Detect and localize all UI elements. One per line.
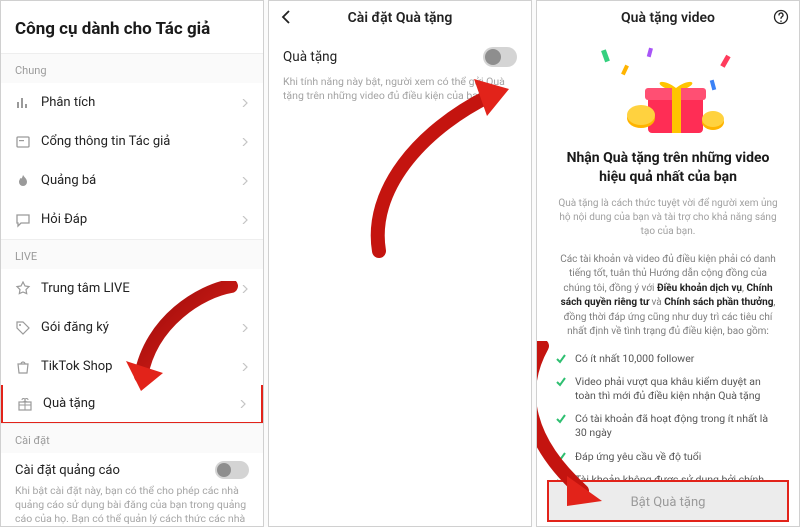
check-icon (555, 376, 567, 388)
header: Cài đặt Quà tặng (269, 1, 531, 35)
back-icon[interactable] (279, 9, 295, 25)
gift-icon (17, 396, 33, 412)
tag-icon (15, 320, 31, 336)
row-label: Gói đăng ký (41, 320, 241, 335)
link-tos[interactable]: Điều khoản dịch vụ (657, 283, 742, 294)
panel-creator-tools: Công cụ dành cho Tác giả Chung Phân tích… (0, 0, 264, 527)
gift-toggle-label: Quà tặng (283, 49, 337, 65)
section-header-general: Chung (1, 53, 263, 83)
check-icon (555, 353, 567, 365)
chevron-right-icon (241, 138, 249, 146)
check-icon (555, 451, 567, 463)
page-heading: Nhận Quà tặng trên những video hiệu quả … (537, 145, 799, 187)
check-text: Có tài khoản đã hoạt động trong ít nhất … (575, 412, 781, 440)
analytics-icon (15, 95, 31, 111)
gift-toggle[interactable] (483, 47, 517, 67)
chat-icon (15, 212, 31, 228)
gift-illustration (537, 35, 799, 145)
star-icon (15, 281, 31, 297)
row-gifts[interactable]: Quà tặng (1, 385, 263, 424)
portal-icon (15, 134, 31, 150)
section-header-live: LIVE (1, 239, 263, 269)
flame-icon (15, 173, 31, 189)
row-creator-portal[interactable]: Cổng thông tin Tác giả (1, 122, 263, 161)
panel-gift-settings: Cài đặt Quà tặng Quà tặng Khi tính năng … (268, 0, 532, 527)
header-title: Quà tặng video (621, 10, 715, 26)
ads-setting-label: Cài đặt quảng cáo (15, 463, 120, 478)
row-analytics[interactable]: Phân tích (1, 83, 263, 122)
row-label: Cổng thông tin Tác giả (41, 134, 241, 149)
ads-setting-desc: Khi bật cài đặt này, bạn có thể cho phép… (15, 484, 249, 527)
chevron-right-icon (241, 363, 249, 371)
chevron-right-icon (241, 177, 249, 185)
list-live: Trung tâm LIVE Gói đăng ký TikTok Shop (1, 269, 263, 424)
help-icon[interactable] (773, 9, 789, 25)
row-promote[interactable]: Quảng bá (1, 161, 263, 200)
chevron-right-icon (239, 400, 247, 408)
chevron-right-icon (241, 216, 249, 224)
header: Quà tặng video (537, 1, 799, 35)
row-label: TikTok Shop (41, 359, 241, 374)
check-item: Có ít nhất 10,000 follower (555, 352, 781, 366)
ads-setting-block: Cài đặt quảng cáo Khi bật cài đặt này, b… (1, 453, 263, 527)
panel-video-gifts: Quà tặng video Nhận Quà tặng trên những … (536, 0, 800, 527)
eligibility-paragraph: Các tài khoản và video đủ điều kiện phải… (537, 253, 799, 352)
chevron-right-icon (241, 324, 249, 332)
row-live-hub[interactable]: Trung tâm LIVE (1, 269, 263, 308)
eligibility-list: Có ít nhất 10,000 follower Video phải vư… (537, 352, 799, 501)
check-text: Đáp ứng yêu cầu về độ tuổi (575, 450, 701, 464)
row-label: Quảng bá (41, 173, 241, 188)
check-item: Đáp ứng yêu cầu về độ tuổi (555, 450, 781, 464)
row-label: Hỏi Đáp (41, 212, 241, 227)
row-tiktok-shop[interactable]: TikTok Shop (1, 347, 263, 386)
link-reward[interactable]: Chính sách phần thưởng (664, 297, 773, 308)
row-qa[interactable]: Hỏi Đáp (1, 200, 263, 239)
bag-icon (15, 359, 31, 375)
check-item: Video phải vượt qua khâu kiểm duyệt an t… (555, 375, 781, 403)
ads-toggle[interactable] (215, 461, 249, 479)
row-subscriptions[interactable]: Gói đăng ký (1, 308, 263, 347)
chevron-right-icon (241, 99, 249, 107)
section-header-settings: Cài đặt (1, 423, 263, 453)
check-item: Có tài khoản đã hoạt động trong ít nhất … (555, 412, 781, 440)
check-text: Video phải vượt qua khâu kiểm duyệt an t… (575, 375, 781, 403)
check-icon (555, 413, 567, 425)
enable-gifts-button[interactable]: Bật Quà tặng (547, 480, 789, 522)
check-text: Có ít nhất 10,000 follower (575, 352, 694, 366)
header-title: Cài đặt Quà tặng (348, 10, 453, 26)
row-label: Quà tặng (43, 396, 239, 411)
list-general: Phân tích Cổng thông tin Tác giả Quảng b… (1, 83, 263, 239)
chevron-right-icon (241, 285, 249, 293)
row-label: Phân tích (41, 95, 241, 110)
row-label: Trung tâm LIVE (41, 281, 241, 296)
gift-toggle-desc: Khi tính năng này bật, người xem có thể … (283, 75, 517, 103)
page-title: Công cụ dành cho Tác giả (1, 1, 263, 53)
page-subtext: Quà tặng là cách thức tuyệt vời để người… (537, 187, 799, 253)
